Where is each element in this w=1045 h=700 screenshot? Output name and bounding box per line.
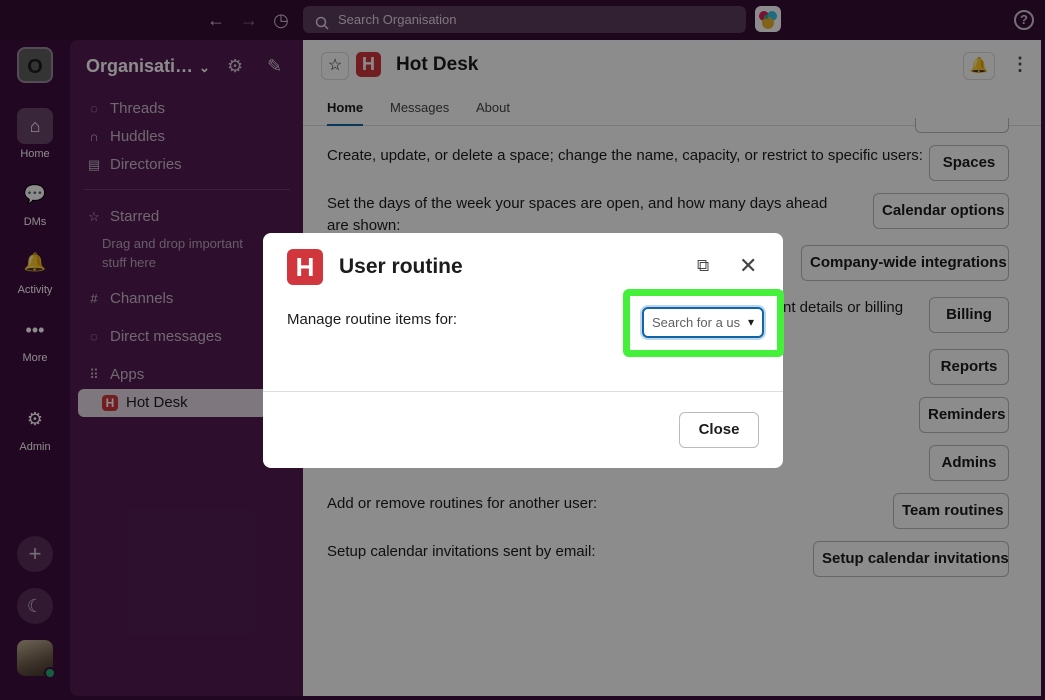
select-placeholder: Search for a us xyxy=(652,315,741,330)
hot-desk-logo-icon: H xyxy=(287,249,323,285)
pop-out-icon[interactable]: ⧉ xyxy=(697,256,709,276)
chevron-down-icon: ▾ xyxy=(747,315,754,329)
close-icon[interactable]: ✕ xyxy=(739,253,757,279)
modal-title: User routine xyxy=(339,255,463,278)
modal-divider xyxy=(263,391,783,392)
user-routine-modal: H User routine ⧉ ✕ Manage routine items … xyxy=(263,233,784,468)
user-search-select[interactable]: Search for a us ▾ xyxy=(642,307,764,338)
manage-routine-label: Manage routine items for: xyxy=(287,311,458,328)
close-button[interactable]: Close xyxy=(679,412,759,448)
